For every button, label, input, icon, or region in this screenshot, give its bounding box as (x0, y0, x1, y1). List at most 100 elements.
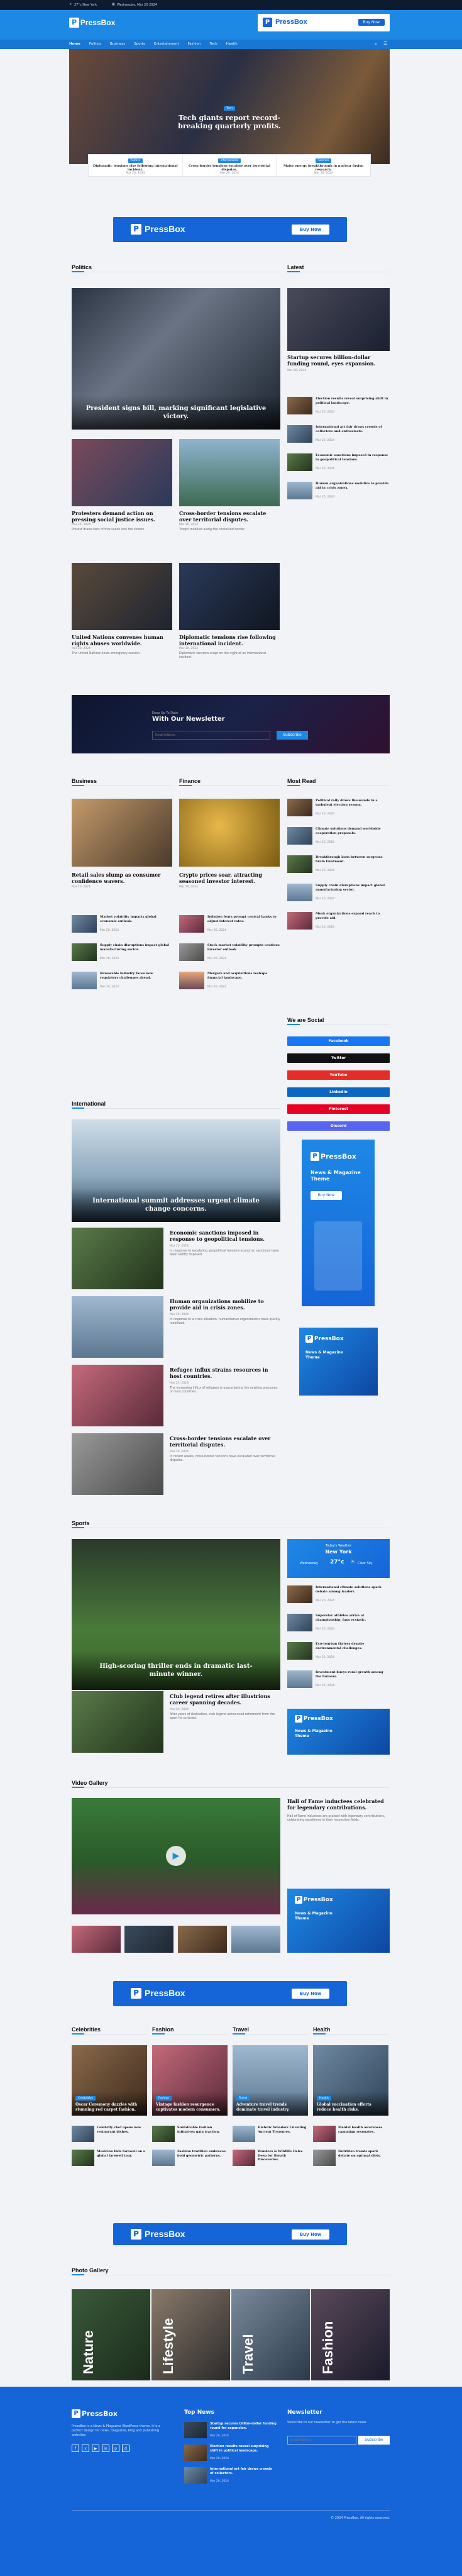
most-read-item-title[interactable]: Climate solutions demand worldwide coope… (316, 827, 390, 835)
most-read-item-thumb[interactable] (287, 912, 312, 930)
video-thumb[interactable] (72, 1926, 121, 1953)
category-thumb[interactable] (233, 2150, 255, 2166)
international-thumb[interactable] (72, 1365, 163, 1426)
search-icon[interactable]: ⌕ (375, 42, 377, 47)
social-pinterest-button[interactable]: Pinterest (287, 1104, 390, 1114)
sports-side-ad[interactable]: P PressBox News & Magazine Theme (287, 1709, 390, 1755)
footer-top-thumb[interactable] (184, 2422, 207, 2438)
business-item-title[interactable]: Supply chain disruptions impact global m… (100, 943, 172, 952)
nav-item[interactable]: Health (226, 42, 238, 46)
category-item-title[interactable]: Wonders & Wildlife Delve Deep for Breath… (258, 2150, 308, 2162)
logo[interactable]: P PressBox (69, 18, 115, 28)
politics-grid-title[interactable]: Cross-border tensions escalate over terr… (179, 510, 280, 523)
latest-item-thumb[interactable] (287, 425, 312, 443)
footer-email-field[interactable] (287, 2436, 356, 2445)
ad-buy-button[interactable]: Buy Now (292, 1989, 329, 1999)
nav-item[interactable]: Tech (209, 42, 217, 46)
finance-lead-title[interactable]: Crypto prices soar, attracting seasoned … (179, 872, 280, 884)
hero-sub[interactable]: Science Major energy breakthrough in nuc… (277, 155, 370, 176)
sports-list-item-thumb[interactable] (287, 1585, 312, 1603)
video-lead-title[interactable]: Hall of Fame inductees celebrated for le… (287, 1798, 390, 1811)
category-thumb[interactable] (152, 2150, 175, 2166)
finance-item-thumb[interactable] (179, 972, 204, 989)
twitter-icon[interactable]: x (82, 2445, 89, 2452)
international-lead-image[interactable]: International summit addresses urgent cl… (72, 1119, 280, 1222)
youtube-icon[interactable]: ▶ (92, 2445, 99, 2452)
category-lead-title[interactable]: Oscar Ceremony dazzles with stunning red… (75, 2102, 143, 2112)
ad-buy-button[interactable]: Buy Now (292, 225, 329, 235)
sports-list-item-title[interactable]: Superstar athletes arrive at championshi… (316, 1614, 390, 1622)
most-read-item-title[interactable]: Breakthrough lasts between surgeons brai… (316, 855, 390, 863)
social-discord-button[interactable]: Discord (287, 1121, 390, 1131)
category-thumb[interactable] (72, 2126, 94, 2142)
finance-item-title[interactable]: Stock market volatility prompts cautious… (207, 943, 280, 952)
video-thumb[interactable] (231, 1926, 280, 1953)
most-read-item-thumb[interactable] (287, 827, 312, 845)
hero-badge[interactable]: Tech (223, 106, 236, 111)
international-thumb[interactable] (72, 1296, 163, 1358)
social-facebook-button[interactable]: Facebook (287, 1036, 390, 1046)
international-item-title[interactable]: Human organizations mobilize to provide … (170, 1298, 280, 1311)
business-item-thumb[interactable] (72, 972, 97, 989)
international-item-title[interactable]: Economic sanctions imposed in response t… (170, 1230, 280, 1242)
newsletter-email-field[interactable] (152, 731, 270, 740)
sports-list-item-thumb[interactable] (287, 1670, 312, 1688)
hero-sub-title[interactable]: Major energy breakthrough in nuclear fus… (280, 164, 367, 172)
politics-thumb[interactable] (179, 563, 280, 630)
category-item-title[interactable]: Musician bids farewell on a global farew… (97, 2150, 147, 2158)
photo-gallery-item[interactable]: Lifestyle (151, 2289, 230, 2380)
video-player[interactable]: ▶ (72, 1798, 280, 1914)
nav-item[interactable]: Business (110, 42, 125, 46)
ad-banner[interactable]: P PressBox Buy Now (113, 1981, 347, 2006)
nav-item[interactable]: Sports (134, 42, 145, 46)
sports-list-item-title[interactable]: International climate solutions spark de… (316, 1585, 390, 1594)
finance-item-thumb[interactable] (179, 943, 204, 961)
category-lead-image[interactable]: Health Global vaccination efforts reduce … (313, 2045, 388, 2116)
international-item-title[interactable]: Refugee influx strains resources in host… (170, 1367, 280, 1379)
category-item-title[interactable]: Historic Wonders Unveiling Ancient Treas… (258, 2126, 308, 2134)
politics-lead-title[interactable]: President signs bill, marking significan… (84, 404, 268, 421)
social-linkedin-button[interactable]: LinkedIn (287, 1087, 390, 1097)
international-lead-title[interactable]: International summit addresses urgent cl… (91, 1197, 261, 1213)
category-thumb[interactable] (72, 2150, 94, 2166)
category-badge[interactable]: Health (317, 2096, 331, 2101)
header-ad[interactable]: P PressBox Buy Now (258, 14, 390, 31)
category-item-title[interactable]: Mental health awareness campaign resonat… (338, 2126, 388, 2134)
most-read-item-title[interactable]: Political rally draws thousands in a tur… (316, 799, 390, 807)
finance-item-thumb[interactable] (179, 915, 204, 933)
latest-lead-title[interactable]: Startup secures billion-dollar funding r… (287, 354, 390, 367)
hero-sub[interactable]: International Cross-border tensions esca… (183, 155, 277, 176)
international-thumb[interactable] (72, 1433, 163, 1495)
play-icon[interactable]: ▶ (166, 1846, 186, 1866)
nav-item[interactable]: Fashion (188, 42, 201, 46)
footer-subscribe-button[interactable]: Subscribe (358, 2436, 390, 2445)
sports-lead-image[interactable]: High-scoring thriller ends in dramatic l… (72, 1539, 280, 1690)
sports-thumb[interactable] (72, 1691, 163, 1753)
sports-lead-title[interactable]: High-scoring thriller ends in dramatic l… (91, 1662, 261, 1679)
side-ad-small[interactable]: P PressBox News & Magazine Theme (299, 1328, 378, 1396)
business-item-thumb[interactable] (72, 943, 97, 961)
most-read-item-thumb[interactable] (287, 884, 312, 901)
hero-sub-title[interactable]: Diplomatic tensions rise following inter… (92, 164, 179, 172)
latest-lead-image[interactable] (287, 288, 390, 351)
category-thumb[interactable] (233, 2126, 255, 2142)
latest-item-thumb[interactable] (287, 397, 312, 414)
business-lead-image[interactable] (72, 799, 172, 867)
sports-list-item-title[interactable]: Eco-tourism thrives despite environmenta… (316, 1642, 390, 1650)
politics-grid-title[interactable]: Diplomatic tensions rise following inter… (179, 634, 280, 647)
politics-lead-image[interactable]: President signs bill, marking significan… (72, 288, 280, 430)
international-thumb[interactable] (72, 1228, 163, 1289)
side-ad[interactable]: P PressBox News & Magazine Theme Buy Now (302, 1140, 375, 1306)
category-lead-title[interactable]: Adventure travel trends dominate travel … (236, 2102, 304, 2112)
most-read-item-thumb[interactable] (287, 855, 312, 873)
business-lead-title[interactable]: Retail sales slump as consumer confidenc… (72, 872, 172, 884)
politics-thumb[interactable] (72, 563, 172, 630)
pinterest-icon[interactable]: p (112, 2445, 119, 2452)
sports-item-title[interactable]: Club legend retires after illustrious ca… (170, 1693, 280, 1706)
discord-icon[interactable]: d (122, 2445, 129, 2452)
category-item-title[interactable]: Celebrity chef opens new restaurant dish… (97, 2126, 147, 2134)
nav-item[interactable]: Politics (89, 42, 101, 46)
sports-list-item-thumb[interactable] (287, 1614, 312, 1631)
ad-buy-button[interactable]: Buy Now (292, 2229, 329, 2240)
category-badge[interactable]: Fashion (156, 2096, 172, 2101)
